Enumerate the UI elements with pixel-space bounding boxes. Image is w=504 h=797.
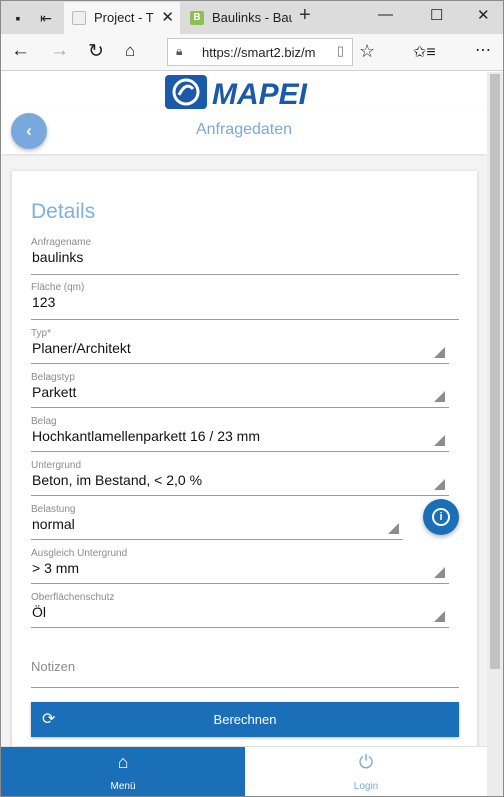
field-value: 123	[32, 294, 56, 310]
field-label: Anfragename	[31, 237, 92, 248]
favorites-list-icon[interactable]: ✩≡	[413, 42, 436, 62]
field-label: Belag	[31, 416, 57, 427]
nav-login-button[interactable]: ⏻ Login	[245, 747, 487, 796]
back-nav-icon[interactable]: ←	[11, 40, 30, 62]
scrollbar-thumb[interactable]	[490, 74, 500, 669]
field-label: Oberflächenschutz	[31, 592, 115, 603]
nav-login-label: Login	[353, 781, 379, 792]
calculate-label: Berechnen	[213, 712, 277, 727]
reading-view-icon[interactable]: ▯	[337, 43, 344, 59]
field-label: Ausgleich Untergrund	[31, 548, 128, 559]
browser-window: ▪ ⇤ Project - T ✕ B Baulinks - Bau + — ☐…	[0, 0, 504, 797]
favorite-star-icon[interactable]: ☆	[359, 41, 375, 62]
bottom-nav: ⌂ Menü ⏻ Login	[1, 746, 487, 796]
page-title: Anfragedaten	[195, 121, 293, 138]
belastung-select[interactable]: Belastung normal	[31, 504, 403, 540]
logo-text: MAPEI	[212, 78, 308, 111]
maximize-icon[interactable]: ☐	[430, 6, 443, 24]
close-tab-icon[interactable]: ✕	[161, 2, 174, 34]
field-value: normal	[32, 516, 75, 532]
info-button[interactable]: i	[423, 499, 459, 535]
field-label: Typ*	[31, 328, 52, 339]
typ-select[interactable]: Typ* Planer/Architekt	[31, 328, 449, 364]
refresh-nav-icon[interactable]: ↻	[88, 40, 104, 63]
logo-area: MAPEI	[1, 72, 487, 112]
dropdown-arrow-icon	[434, 347, 445, 358]
address-bar-row: ← → ↻ ⌂ 🔒︎ https://smart2.biz/m ▯ ☆ ✩≡ ⋯	[1, 34, 503, 71]
anfragename-field[interactable]: Anfragename baulinks	[31, 237, 459, 275]
new-tab-button[interactable]: +	[299, 4, 311, 27]
url-text: https://smart2.biz/m	[202, 45, 316, 60]
dropdown-arrow-icon	[434, 391, 445, 402]
ausgleich-select[interactable]: Ausgleich Untergrund > 3 mm	[31, 548, 449, 584]
info-icon: i	[432, 508, 450, 526]
section-title: Details	[31, 200, 96, 223]
notizen-field[interactable]: Notizen	[31, 651, 459, 688]
field-value: Planer/Architekt	[32, 340, 131, 356]
more-options-icon[interactable]: ⋯	[475, 40, 491, 60]
field-label: Fläche (qm)	[31, 282, 85, 293]
dropdown-arrow-icon	[434, 435, 445, 446]
dropdown-arrow-icon	[388, 523, 399, 534]
tab-favicon-icon	[72, 11, 86, 25]
chevron-left-icon: ‹	[26, 121, 32, 140]
field-label: Belastung	[31, 504, 76, 515]
mapei-logo: MAPEI	[165, 75, 308, 111]
home-icon: ⌂	[117, 752, 129, 772]
field-value: Hochkantlamellenparkett 16 / 23 mm	[32, 428, 260, 444]
lock-icon: 🔒︎	[176, 44, 183, 58]
tab-bar: ▪ ⇤ Project - T ✕ B Baulinks - Bau + — ☐…	[1, 1, 503, 34]
calculate-button[interactable]: ⟳ Berechnen	[31, 702, 459, 737]
refresh-icon: ⟳	[42, 711, 56, 728]
field-value: > 3 mm	[32, 560, 80, 576]
tab-actions-icon[interactable]: ▪	[9, 9, 27, 27]
belagstyp-select[interactable]: Belagstyp Parkett	[31, 372, 449, 408]
field-value: Öl	[32, 604, 46, 620]
dropdown-arrow-icon	[434, 567, 445, 578]
belag-select[interactable]: Belag Hochkantlamellenparkett 16 / 23 mm	[31, 416, 449, 452]
field-value: Beton, im Bestand, < 2,0 %	[32, 472, 203, 488]
set-aside-tabs-icon[interactable]: ⇤	[37, 9, 55, 27]
tab-project[interactable]: Project - T ✕	[64, 2, 180, 34]
untergrund-select[interactable]: Untergrund Beton, im Bestand, < 2,0 %	[31, 460, 449, 496]
baulinks-favicon-icon: B	[190, 11, 204, 25]
flaeche-field[interactable]: Fläche (qm) 123	[31, 282, 459, 320]
page-header: Anfragedaten ‹	[1, 109, 487, 155]
field-label: Untergrund	[31, 460, 82, 471]
back-button[interactable]: ‹	[11, 113, 47, 149]
tab-title: Baulinks - Bau	[212, 10, 292, 25]
oberflaechenschutz-select[interactable]: Oberflächenschutz Öl	[31, 592, 449, 628]
home-nav-icon[interactable]: ⌂	[125, 41, 135, 61]
tab-title: Project - T	[94, 10, 154, 25]
field-value: Parkett	[32, 384, 77, 400]
nav-menu-label: Menü	[110, 781, 136, 792]
dropdown-arrow-icon	[434, 479, 445, 490]
power-icon: ⏻	[358, 752, 374, 772]
field-label: Belagstyp	[31, 372, 75, 383]
dropdown-arrow-icon	[434, 611, 445, 622]
field-value: baulinks	[32, 249, 84, 265]
close-window-icon[interactable]: ✕	[477, 6, 490, 24]
minimize-icon[interactable]: —	[378, 6, 393, 23]
tab-baulinks[interactable]: B Baulinks - Bau	[182, 2, 292, 34]
url-field[interactable]: 🔒︎ https://smart2.biz/m ▯	[167, 38, 353, 66]
nav-menu-button[interactable]: ⌂ Menü	[1, 747, 245, 796]
page-scrollbar[interactable]	[487, 72, 503, 796]
forward-nav-icon[interactable]: →	[50, 40, 69, 62]
notes-placeholder: Notizen	[31, 659, 76, 674]
